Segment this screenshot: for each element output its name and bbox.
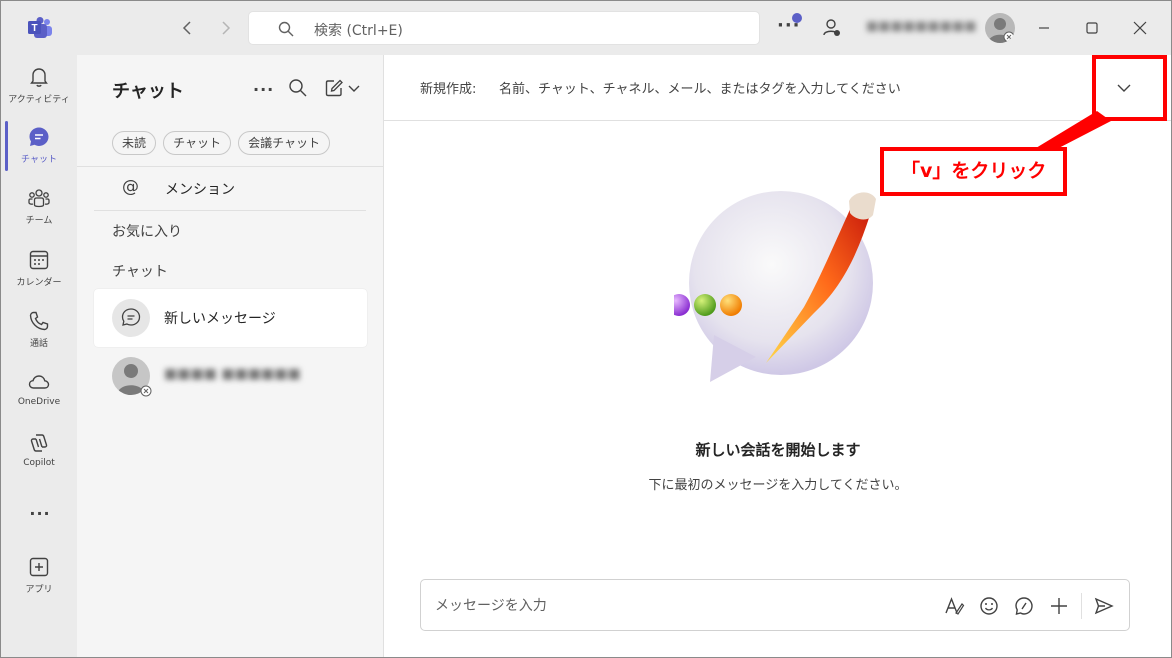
notification-badge (792, 13, 802, 23)
chevron-left-icon (182, 21, 191, 35)
message-compose-box[interactable]: メッセージを入力 (420, 579, 1130, 631)
rail-item-activity[interactable]: アクティビティ (1, 65, 77, 125)
teams-window: T 検索 (Ctrl+E) ··· ■■■■■■■■■ アクティビティ チャット… (0, 0, 1172, 658)
search-icon[interactable] (287, 77, 309, 99)
rail-item-copilot[interactable]: Copilot (1, 431, 77, 491)
chat-item-contact[interactable]: ■■■■ ■■■■■■ (94, 347, 367, 405)
rail-item-calendar[interactable]: カレンダー (1, 248, 77, 308)
minimize-button[interactable] (1031, 15, 1057, 41)
chat-bubble-icon (121, 308, 141, 326)
emoji-icon[interactable] (978, 595, 1000, 617)
close-icon (1133, 21, 1147, 35)
rail-item-onedrive[interactable]: OneDrive (1, 370, 77, 430)
rail-label: アプリ (25, 585, 53, 595)
avatar[interactable] (985, 13, 1015, 43)
mentions-item[interactable]: @ メンション (94, 167, 366, 211)
rail-item-chat[interactable]: チャット (1, 125, 77, 185)
bell-icon (30, 68, 48, 87)
more-apps-button[interactable]: ... (27, 500, 53, 520)
chevron-down-icon[interactable] (347, 77, 361, 99)
person-icon (988, 18, 1015, 43)
chat-list-more-button[interactable]: ... (253, 77, 275, 99)
rail-item-apps[interactable]: アプリ (1, 555, 77, 615)
forward-button[interactable] (213, 16, 237, 40)
compose-placeholder: メッセージを入力 (435, 598, 547, 614)
calendar-icon (29, 250, 49, 270)
chevron-right-icon (222, 21, 231, 35)
search-icon (278, 21, 294, 37)
format-text-icon[interactable] (943, 595, 965, 617)
at-icon: @ (122, 177, 139, 197)
new-message-avatar (112, 299, 150, 337)
copilot-icon (30, 434, 48, 452)
phone-icon (29, 311, 49, 331)
back-button[interactable] (176, 16, 200, 40)
maximize-button[interactable] (1079, 15, 1105, 41)
rail-label: チャット (21, 155, 57, 165)
plus-square-icon (29, 557, 49, 577)
chat-item-new-message[interactable]: 新しいメッセージ (94, 289, 367, 347)
mentions-label: メンション (165, 182, 235, 198)
chat-item-name: ■■■■ ■■■■■■ (164, 366, 301, 382)
rail-label: カレンダー (16, 278, 62, 288)
title-bar: T 検索 (Ctrl+E) ··· ■■■■■■■■■ (1, 1, 1171, 55)
new-chat-label: 新規作成: (420, 82, 477, 97)
filter-unread[interactable]: 未読 (112, 131, 157, 155)
annotation-label: 「v」をクリック (880, 147, 1067, 196)
search-placeholder: 検索 (Ctrl+E) (314, 23, 403, 39)
app-rail: アクティビティ チャット チーム カレンダー 通話 OneDrive Copil… (1, 55, 77, 657)
rail-item-calls[interactable]: 通話 (1, 309, 77, 369)
rail-label: Copilot (23, 458, 55, 468)
chat-list-panel: チャット ... 未読 チャット 会議チャット @ メンション お気に入り チャ… (77, 55, 383, 657)
divider (1081, 593, 1082, 619)
empty-state-subtitle: 下に最初のメッセージを入力してください。 (648, 478, 908, 493)
close-button[interactable] (1127, 15, 1153, 41)
rail-label: OneDrive (17, 397, 61, 407)
loop-component-icon[interactable] (1013, 595, 1035, 617)
people-icon[interactable] (819, 15, 845, 41)
cloud-icon (28, 375, 50, 389)
svg-text:T: T (31, 23, 37, 34)
filter-chips: 未読 チャット 会議チャット (112, 131, 332, 155)
rail-label: アクティビティ (8, 95, 70, 105)
chat-item-name: 新しいメッセージ (164, 311, 276, 327)
teams-logo-icon: T (28, 17, 52, 38)
page-title: チャット (112, 81, 184, 102)
minimize-icon (1039, 27, 1049, 29)
section-chats[interactable]: チャット (112, 261, 168, 281)
send-icon[interactable] (1093, 595, 1115, 617)
recipient-input[interactable]: 名前、チャット、チャネル、メール、またはタグを入力してください (499, 78, 901, 97)
maximize-icon (1086, 22, 1098, 34)
section-favorites[interactable]: お気に入り (112, 221, 182, 241)
empty-state-title: 新しい会話を開始します (695, 441, 861, 459)
rail-label: 通話 (29, 339, 48, 349)
filter-chat[interactable]: チャット (163, 131, 231, 155)
offline-status-icon (140, 385, 152, 397)
chat-icon (29, 127, 49, 146)
search-input[interactable]: 検索 (Ctrl+E) (248, 11, 760, 45)
new-chat-icon[interactable] (323, 77, 345, 99)
filter-meeting-chat[interactable]: 会議チャット (238, 131, 330, 155)
user-name: ■■■■■■■■■ (866, 19, 977, 34)
teams-icon (28, 189, 50, 208)
rail-item-teams[interactable]: チーム (1, 186, 77, 246)
plus-icon[interactable] (1048, 595, 1070, 617)
new-conversation-illustration-icon (674, 191, 876, 382)
rail-label: チーム (25, 216, 53, 226)
